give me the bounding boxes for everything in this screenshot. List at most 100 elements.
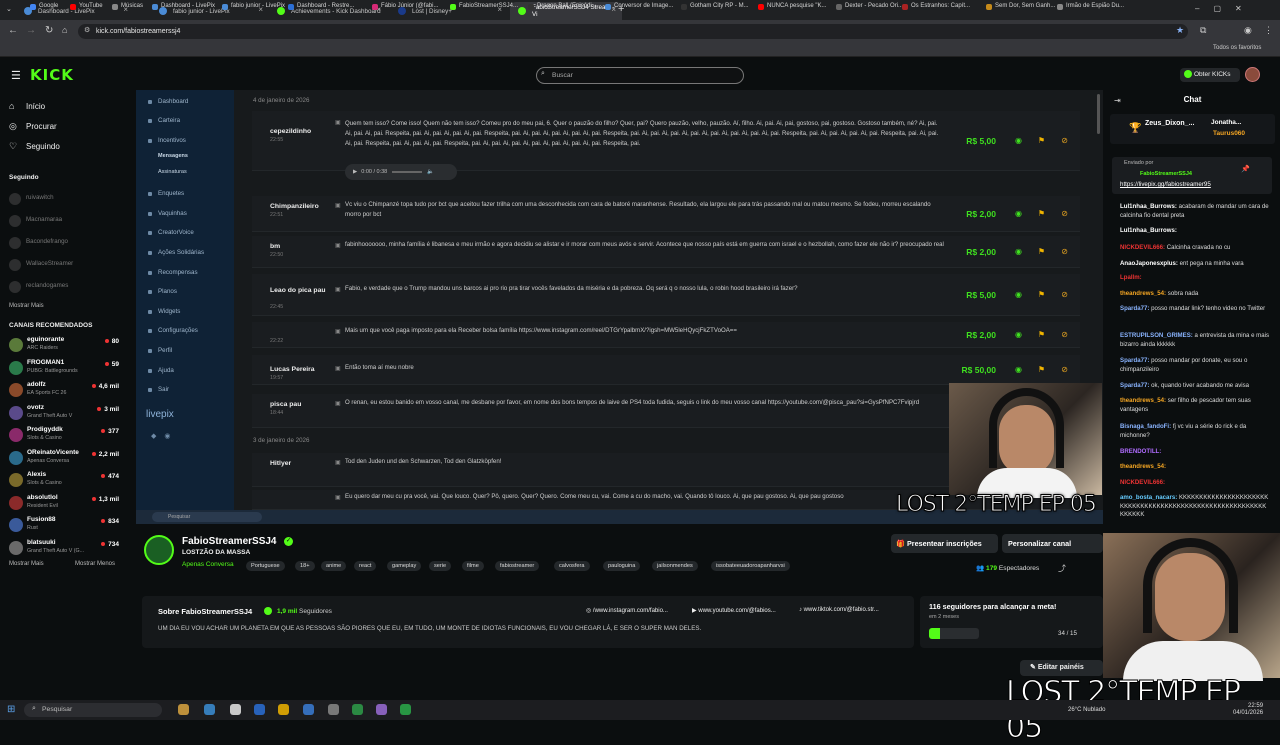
recommended-channel[interactable]: eguinorante ARC Raiders 80 bbox=[9, 336, 119, 354]
livepix-menu-item[interactable]: Dashboard bbox=[158, 98, 188, 105]
chat-username[interactable]: BRENDOTILL: bbox=[1120, 448, 1161, 455]
bookmark-item[interactable]: Fábio Júnior (@fabi... bbox=[372, 3, 438, 10]
bookmark-item[interactable]: Conversor de Image... bbox=[605, 3, 673, 10]
replay-icon[interactable]: ◉ bbox=[1015, 290, 1022, 299]
livepix-menu-item[interactable]: CreatorVoice bbox=[158, 229, 194, 236]
chat-username[interactable]: Lpallm: bbox=[1120, 274, 1142, 281]
taskbar-app-icon[interactable] bbox=[352, 704, 363, 715]
livepix-menu-item[interactable]: Enquetes bbox=[158, 190, 184, 197]
play-icon[interactable]: ▶ bbox=[353, 169, 357, 175]
stream-tag[interactable]: Portuguese bbox=[246, 561, 285, 571]
bookmark-star-icon[interactable]: ★ bbox=[1176, 25, 1184, 36]
livepix-menu-item[interactable]: Assinaturas bbox=[158, 169, 187, 175]
show-more-recommended[interactable]: Mostrar Mais bbox=[9, 561, 44, 567]
stream-tag[interactable]: serie bbox=[429, 561, 452, 571]
home-button[interactable]: ⌂ bbox=[62, 25, 67, 35]
user-avatar[interactable] bbox=[1245, 67, 1260, 82]
recommended-channel[interactable]: OReinatoVicente Apenas Conversa 2,2 mil bbox=[9, 449, 119, 467]
recommended-channel[interactable]: absolutlol Resident Evil 1,3 mil bbox=[9, 494, 119, 512]
bookmark-item[interactable]: Dashboard - LivePix bbox=[152, 3, 215, 10]
bookmark-item[interactable]: NUNCA pesquise "K... bbox=[758, 3, 827, 10]
chat-username[interactable]: theandrews_54: bbox=[1120, 290, 1166, 297]
bookmark-item[interactable]: FabioStreamerSSJ4... bbox=[450, 3, 518, 10]
forward-button[interactable]: → bbox=[26, 25, 36, 36]
share-icon[interactable]: ⤴ bbox=[1058, 563, 1066, 574]
show-less-recommended[interactable]: Mostrar Menos bbox=[75, 561, 115, 567]
chat-username[interactable]: amo_bosta_nacars: bbox=[1120, 494, 1177, 501]
bookmark-item[interactable]: Dragon Ball (Episódi... bbox=[528, 3, 597, 10]
stream-tag[interactable]: 18+ bbox=[295, 561, 315, 571]
replay-icon[interactable]: ◉ bbox=[1015, 365, 1022, 374]
stream-scrollbar[interactable] bbox=[1097, 94, 1100, 134]
search-input[interactable]: Buscar bbox=[536, 67, 744, 84]
livepix-menu-item[interactable]: Perfil bbox=[158, 347, 172, 354]
recommended-channel[interactable]: Alexis Slots & Casino 474 bbox=[9, 471, 119, 489]
taskbar-app-icon[interactable] bbox=[178, 704, 189, 715]
block-icon[interactable]: ⊘ bbox=[1061, 136, 1068, 145]
following-channel[interactable]: ruivawitch bbox=[9, 193, 54, 205]
recommended-channel[interactable]: Fusion88 Rust 834 bbox=[9, 516, 119, 534]
following-channel[interactable]: Bacondefrango bbox=[9, 237, 68, 249]
replay-icon[interactable]: ◉ bbox=[1015, 247, 1022, 256]
recommended-channel[interactable]: blatsuuki Grand Theft Auto V (G... 734 bbox=[9, 539, 119, 557]
taskbar-app-icon[interactable] bbox=[328, 704, 339, 715]
audio-player[interactable]: ▶ 0:00 / 0:38 🔈 bbox=[345, 164, 457, 180]
stream-tag[interactable]: gameplay bbox=[387, 561, 422, 571]
show-more-following[interactable]: Mostrar Mais bbox=[9, 303, 44, 309]
livepix-menu-item[interactable]: Widgets bbox=[158, 308, 180, 315]
replay-icon[interactable]: ◉ bbox=[1015, 330, 1022, 339]
leader-1[interactable]: Zeus_Dixon_... bbox=[1145, 120, 1194, 127]
block-icon[interactable]: ⊘ bbox=[1061, 209, 1068, 218]
windows-start-icon[interactable]: ⊞ bbox=[7, 704, 15, 715]
leader-2[interactable]: Jonatha... bbox=[1211, 119, 1241, 126]
chat-username[interactable]: NICKDEVIL666: bbox=[1120, 479, 1165, 486]
stream-tag[interactable]: pauloguina bbox=[603, 561, 641, 571]
clock[interactable]: 22:59 04/01/2026 bbox=[1233, 703, 1263, 717]
chat-username[interactable]: Sparda77: bbox=[1120, 357, 1149, 364]
bookmark-item[interactable]: Dexter - Pecado Ori... bbox=[836, 3, 903, 10]
chat-username[interactable]: Lul1nhaa_Burrows: bbox=[1120, 227, 1177, 234]
stream-tag[interactable]: filme bbox=[462, 561, 484, 571]
block-icon[interactable]: ⊘ bbox=[1061, 330, 1068, 339]
hamburger-menu-icon[interactable]: ☰ bbox=[11, 69, 21, 82]
all-favorites[interactable]: Todos os favoritos bbox=[1213, 45, 1261, 51]
livepix-menu-item[interactable]: Ajuda bbox=[158, 367, 174, 374]
livepix-menu-item[interactable]: Carteira bbox=[158, 117, 180, 124]
stream-tag[interactable]: calvosfera bbox=[554, 561, 590, 571]
channel-avatar[interactable] bbox=[144, 535, 174, 565]
chat-username[interactable]: Lul1nhaa_Burrows: bbox=[1120, 203, 1177, 210]
taskbar-app-icon[interactable] bbox=[376, 704, 387, 715]
recommended-channel[interactable]: FROGMAN1 PUBG: Battlegrounds 59 bbox=[9, 359, 119, 377]
replay-icon[interactable]: ◉ bbox=[1015, 209, 1022, 218]
livepix-menu-item[interactable]: Sair bbox=[158, 386, 169, 393]
site-info-icon[interactable]: ⚙ bbox=[84, 26, 90, 34]
channel-name[interactable]: FabioStreamerSSJ4 bbox=[182, 536, 277, 547]
customize-channel-button[interactable]: Personalizar canal bbox=[1002, 534, 1103, 553]
recommended-channel[interactable]: Prodigyddk Slots & Casino 377 bbox=[9, 426, 119, 444]
taskbar-app-icon[interactable] bbox=[204, 704, 215, 715]
bookmark-item[interactable]: fabio junior - LivePix bbox=[222, 3, 285, 10]
block-icon[interactable]: ⊘ bbox=[1061, 290, 1068, 299]
chat-username[interactable]: ESTRUPILSON_GRIMES: bbox=[1120, 332, 1193, 339]
nav-browse[interactable]: Procurar bbox=[26, 122, 57, 131]
bookmark-item[interactable]: Google bbox=[30, 3, 58, 10]
taskbar-search[interactable]: Pesquisar bbox=[24, 703, 162, 717]
edit-panels-button[interactable]: ✎ Editar painéis bbox=[1020, 660, 1103, 676]
stream-tag[interactable]: jailsonmendes bbox=[652, 561, 698, 571]
pinned-user[interactable]: FabioStreamerSSJ4 bbox=[1140, 171, 1192, 177]
youtube-link[interactable]: ▶ www.youtube.com/@fabios... bbox=[692, 607, 776, 614]
flag-icon[interactable]: ⚑ bbox=[1038, 136, 1045, 145]
flag-icon[interactable]: ⚑ bbox=[1038, 209, 1045, 218]
chat-username[interactable]: Bisnaga_fandoFi: bbox=[1120, 423, 1171, 430]
tab-search-icon[interactable]: ⌄ bbox=[6, 5, 16, 15]
flag-icon[interactable]: ⚑ bbox=[1038, 290, 1045, 299]
bookmark-item[interactable]: Dashboard - Restre... bbox=[288, 3, 354, 10]
weather[interactable]: 26°C Nublado bbox=[1068, 707, 1105, 713]
pinned-link[interactable]: https://livepix.gg/fabiostreamer95 bbox=[1120, 181, 1211, 188]
taskbar-app-icon[interactable] bbox=[230, 704, 241, 715]
recommended-channel[interactable]: ovotz Grand Theft Auto V 3 mil bbox=[9, 404, 119, 422]
bookmark-item[interactable]: YouTube bbox=[70, 3, 103, 10]
taskbar-app-icon[interactable] bbox=[303, 704, 314, 715]
stream-tag[interactable]: issobateeuadoroapanharvsi bbox=[711, 561, 790, 571]
following-channel[interactable]: WallaceStreamer bbox=[9, 259, 73, 271]
